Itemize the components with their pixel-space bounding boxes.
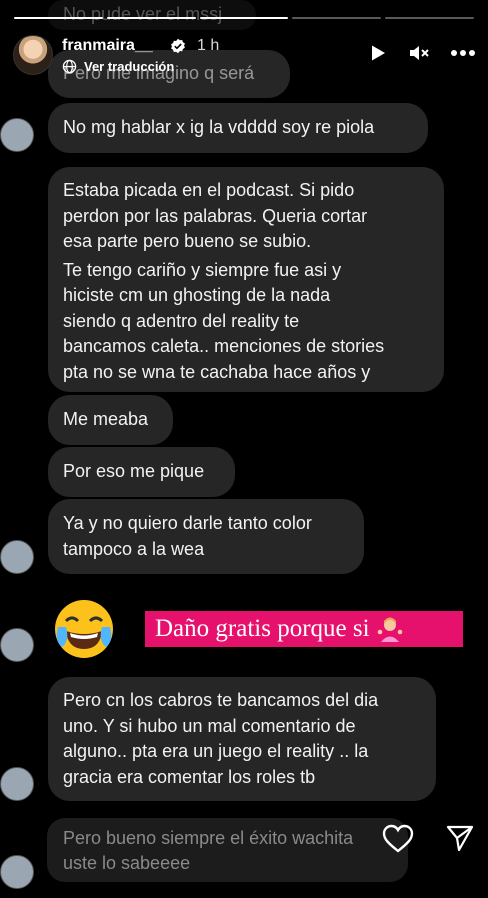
story-progress: [14, 17, 474, 20]
message-bubble: Me meaba: [48, 395, 173, 445]
message-line: esa parte pero bueno se subio.: [63, 231, 312, 251]
message-line: uno. Y si hubo un mal comentario de: [63, 715, 356, 736]
message-bubble: Por eso me pique: [48, 447, 235, 497]
message-line: tampoco a la wea: [63, 538, 205, 559]
heart-icon[interactable]: [382, 824, 414, 854]
message-bubble: No pude ver el mssj: [48, 0, 256, 30]
message-line: bancamos caleta.. menciones de stories: [63, 336, 385, 356]
peer-avatar: [0, 767, 34, 801]
progress-segment: [14, 17, 103, 19]
message-line: alguno.. pta era un juego el reality .. …: [63, 741, 369, 761]
message-bubble: Pero cn los cabros te bancamos del dia u…: [48, 677, 436, 801]
message-bubble: Estaba picada en el podcast. Si pido per…: [48, 167, 444, 392]
message-bubble: Ya y no quiero darle tanto color tampoco…: [48, 499, 364, 574]
message-line: No mg hablar x ig la vdddd soy re piola: [63, 117, 375, 137]
message-line: pta no se wna te cachaba hace años y: [63, 361, 371, 382]
peer-avatar: [0, 855, 34, 889]
message-line: hiciste cm un ghosting de la nada: [63, 285, 331, 305]
more-icon[interactable]: [450, 49, 476, 57]
story-header: franmaira__ 1 h Ver traducción: [10, 28, 476, 82]
person-shrugging-icon: [377, 617, 402, 642]
verified-badge-icon: [171, 38, 185, 54]
sticker-banner: Daño gratis porque si: [145, 611, 463, 647]
profile-avatar[interactable]: [13, 35, 53, 75]
progress-segment: [199, 17, 289, 19]
progress-segment: [106, 17, 196, 19]
progress-segment: [385, 17, 474, 19]
reply-message-bubble: Pero bueno siempre el éxito wachita uste…: [47, 818, 408, 882]
message-line: Ya y no quiero darle tanto color: [63, 513, 312, 533]
peer-avatar: [0, 118, 34, 152]
message-line: Pero bueno siempre el éxito wachita: [63, 828, 354, 848]
peer-avatar: [0, 540, 34, 574]
message-line: Me meaba: [63, 409, 149, 429]
face-with-tears-of-joy-icon: [55, 600, 113, 658]
play-icon[interactable]: [368, 43, 388, 63]
translate-label: Ver traducción: [84, 59, 175, 74]
sticker-text: Daño gratis porque si: [155, 615, 370, 642]
translate-link[interactable]: Ver traducción: [62, 59, 174, 74]
message-bubble: No mg hablar x ig la vdddd soy re piola: [48, 103, 428, 153]
peer-avatar: [0, 628, 34, 662]
message-line: uste lo sabeeee: [63, 853, 191, 873]
message-line: siendo q adentro del reality te: [63, 310, 300, 331]
message-line: Estaba picada en el podcast. Si pido: [63, 180, 355, 200]
message-line: Te tengo cariño y siempre fue asi y: [63, 259, 342, 280]
message-line: gracia era comentar los roles tb: [63, 766, 316, 787]
mute-icon[interactable]: [408, 42, 430, 64]
header-actions: [368, 42, 476, 64]
message-line: Por eso me pique: [63, 461, 205, 481]
timestamp: 1 h: [197, 37, 220, 54]
username[interactable]: franmaira__: [62, 37, 153, 55]
message-line: No pude ver el mssj: [63, 4, 223, 24]
progress-segment: [292, 17, 382, 19]
send-icon[interactable]: [446, 824, 474, 852]
message-line: perdon por las palabras. Queria cortar: [63, 205, 368, 226]
message-line: Pero cn los cabros te bancamos del dia: [63, 690, 379, 710]
globe-icon: [62, 59, 77, 74]
reply-actions: [382, 824, 474, 854]
